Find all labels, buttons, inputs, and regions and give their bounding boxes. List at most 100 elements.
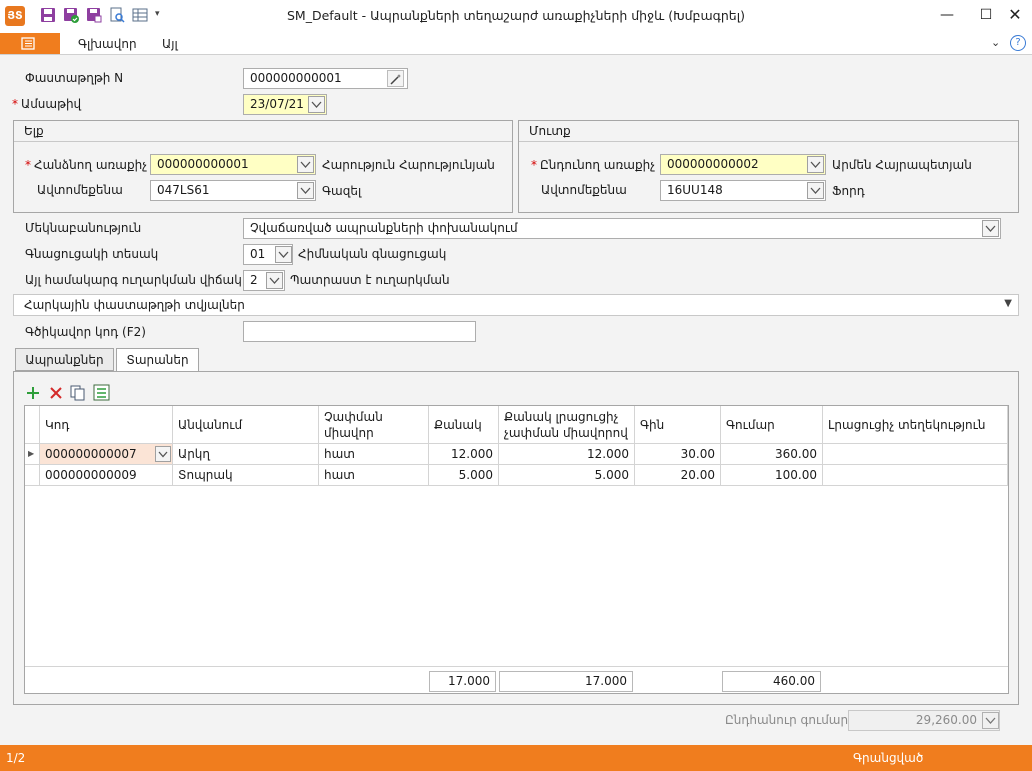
chevron-down-icon[interactable] <box>266 272 283 289</box>
pricelist-label: Գնացուցակի տեսակ <box>25 247 159 261</box>
receiver-name: Արմեն Հայրապետյան <box>832 158 972 172</box>
file-menu-button[interactable] <box>0 33 60 54</box>
table-cell-code[interactable]: 000000000009 <box>40 465 173 486</box>
chevron-down-icon[interactable] <box>297 156 314 173</box>
menu-icon <box>21 37 35 50</box>
required-mark: * <box>12 97 18 111</box>
delete-icon[interactable] <box>48 385 64 401</box>
pricelist-name: Հիմնական գնացուցակ <box>298 247 447 261</box>
magic-wand-icon <box>390 74 401 85</box>
table-cell-qty[interactable]: 12.000 <box>429 444 499 465</box>
column-header[interactable]: Չափման միավոր <box>319 406 429 444</box>
app-logo[interactable]: ՅՏ <box>5 6 25 26</box>
barcode-label: Գծիկավոր կոդ (F2) <box>25 325 146 339</box>
out-group-title: Ելք <box>14 121 512 142</box>
table-cell-qty-extra[interactable]: 5.000 <box>499 465 635 486</box>
in-group-title: Մուտք <box>519 121 1018 142</box>
table-cell-unit[interactable]: հատ <box>319 444 429 465</box>
column-header[interactable]: Քանակ լրացուցիչ չափման միավորով <box>499 406 635 444</box>
chevron-down-icon[interactable] <box>982 220 999 237</box>
grid-footer-divider <box>25 666 1008 667</box>
receiver-label: * Ընդունող առաքիչ <box>531 158 656 172</box>
ribbon-bar <box>0 32 1032 55</box>
current-row-indicator: ▶ <box>25 444 40 465</box>
grand-total-field: 29,260.00 <box>848 710 1000 731</box>
expand-icon[interactable]: ▼ <box>1004 298 1012 309</box>
close-icon[interactable]: ✕ <box>998 0 1032 30</box>
sendstate-label: Այլ համակարգ ուղարկման վիճակ <box>25 273 242 287</box>
column-header[interactable]: Անվանում <box>173 406 319 444</box>
tax-section-title: Հարկային փաստաթղթի տվյալներ <box>24 298 245 312</box>
column-header[interactable]: Գին <box>635 406 721 444</box>
ribbon-tab-other[interactable]: Այլ <box>162 37 178 51</box>
sender-code-field[interactable]: 000000000001 <box>150 154 316 175</box>
table-cell-name[interactable]: Տոպրակ <box>173 465 319 486</box>
chevron-down-icon[interactable] <box>807 182 824 199</box>
table-cell-code[interactable]: 000000000007 <box>40 444 173 465</box>
sender-label: * Հանձնող առաքիչ <box>25 158 148 172</box>
total-qty: 17.000 <box>429 671 496 692</box>
tax-section-header[interactable]: Հարկային փաստաթղթի տվյալներ ▼ <box>13 294 1019 316</box>
minimize-icon[interactable]: — <box>930 0 964 30</box>
column-header[interactable]: Գումար <box>721 406 823 444</box>
table-cell-price[interactable]: 30.00 <box>635 444 721 465</box>
table-cell-price[interactable]: 20.00 <box>635 465 721 486</box>
tab-goods[interactable]: Ապրանքներ <box>15 348 114 371</box>
select-items-icon[interactable] <box>93 384 111 402</box>
copy-icon[interactable] <box>70 385 86 401</box>
table-cell-sum[interactable]: 360.00 <box>721 444 823 465</box>
table-cell-sum[interactable]: 100.00 <box>721 465 823 486</box>
table-icon[interactable] <box>132 7 148 23</box>
receiver-code-field[interactable]: 000000000002 <box>660 154 826 175</box>
table-cell-info[interactable] <box>823 444 1008 465</box>
save-icon[interactable] <box>40 7 56 23</box>
tab-strip: Ապրանքներ Տարաներ <box>15 348 205 372</box>
doc-number-generate-button[interactable] <box>387 70 404 87</box>
column-header[interactable]: Լրացուցիչ տեղեկություն <box>823 406 1008 444</box>
help-icon[interactable]: ? <box>1010 35 1026 51</box>
ribbon-tab-main[interactable]: Գլխավոր <box>78 37 137 51</box>
sender-name: Հարություն Հարությունյան <box>322 158 495 172</box>
date-dropdown-icon[interactable] <box>308 96 325 113</box>
out-vehicle-name: Գազել <box>322 184 362 198</box>
total-qty-extra: 17.000 <box>499 671 633 692</box>
table-cell-qty-extra[interactable]: 12.000 <box>499 444 635 465</box>
sendstate-name: Պատրաստ է ուղարկման <box>290 273 450 287</box>
in-vehicle-label: Ավտոմեքենա <box>541 183 627 197</box>
doc-number-field[interactable]: 000000000001 <box>243 68 408 89</box>
total-sum: 460.00 <box>722 671 821 692</box>
chevron-down-icon[interactable] <box>297 182 314 199</box>
row-indicator <box>25 465 40 486</box>
table-cell-qty[interactable]: 5.000 <box>429 465 499 486</box>
row-indicator-header <box>25 406 40 444</box>
chevron-down-icon[interactable] <box>807 156 824 173</box>
page-counter: 1/2 <box>6 751 26 765</box>
save-close-icon[interactable] <box>63 7 79 23</box>
table-cell-name[interactable]: Արկղ <box>173 444 319 465</box>
column-header[interactable]: Կոդ <box>40 406 173 444</box>
in-vehicle-field[interactable]: 16UU148 <box>660 180 826 201</box>
tab-containers[interactable]: Տարաներ <box>116 348 199 372</box>
quick-access-dropdown-icon[interactable]: ▾ <box>155 9 160 19</box>
out-vehicle-field[interactable]: 047LS61 <box>150 180 316 201</box>
doc-number-label: Փաստաթղթի N <box>25 71 124 85</box>
table-cell-unit[interactable]: հատ <box>319 465 429 486</box>
preview-icon[interactable] <box>109 7 125 23</box>
in-vehicle-name: Ֆորդ <box>832 184 865 198</box>
table-cell-info[interactable] <box>823 465 1008 486</box>
comment-label: Մեկնաբանություն <box>25 221 142 235</box>
date-label: * Ամսաթիվ <box>12 97 82 111</box>
ribbon-collapse-icon[interactable]: ⌄ <box>991 36 1000 49</box>
status-bar: 1/2 Գրանցված <box>0 745 1032 771</box>
barcode-field[interactable] <box>243 321 476 342</box>
grand-total-label: Ընդհանուր գումար <box>725 713 849 727</box>
out-vehicle-label: Ավտոմեքենա <box>37 183 123 197</box>
chevron-down-icon[interactable] <box>275 246 292 263</box>
chevron-down-icon[interactable] <box>982 712 999 729</box>
add-icon[interactable] <box>25 385 41 401</box>
save-new-icon[interactable] <box>86 7 102 23</box>
document-state: Գրանցված <box>853 751 924 765</box>
column-header[interactable]: Քանակ <box>429 406 499 444</box>
chevron-down-icon[interactable] <box>155 446 171 462</box>
comment-field[interactable]: Չվաճառված ապրանքների փոխանակում <box>243 218 1001 239</box>
